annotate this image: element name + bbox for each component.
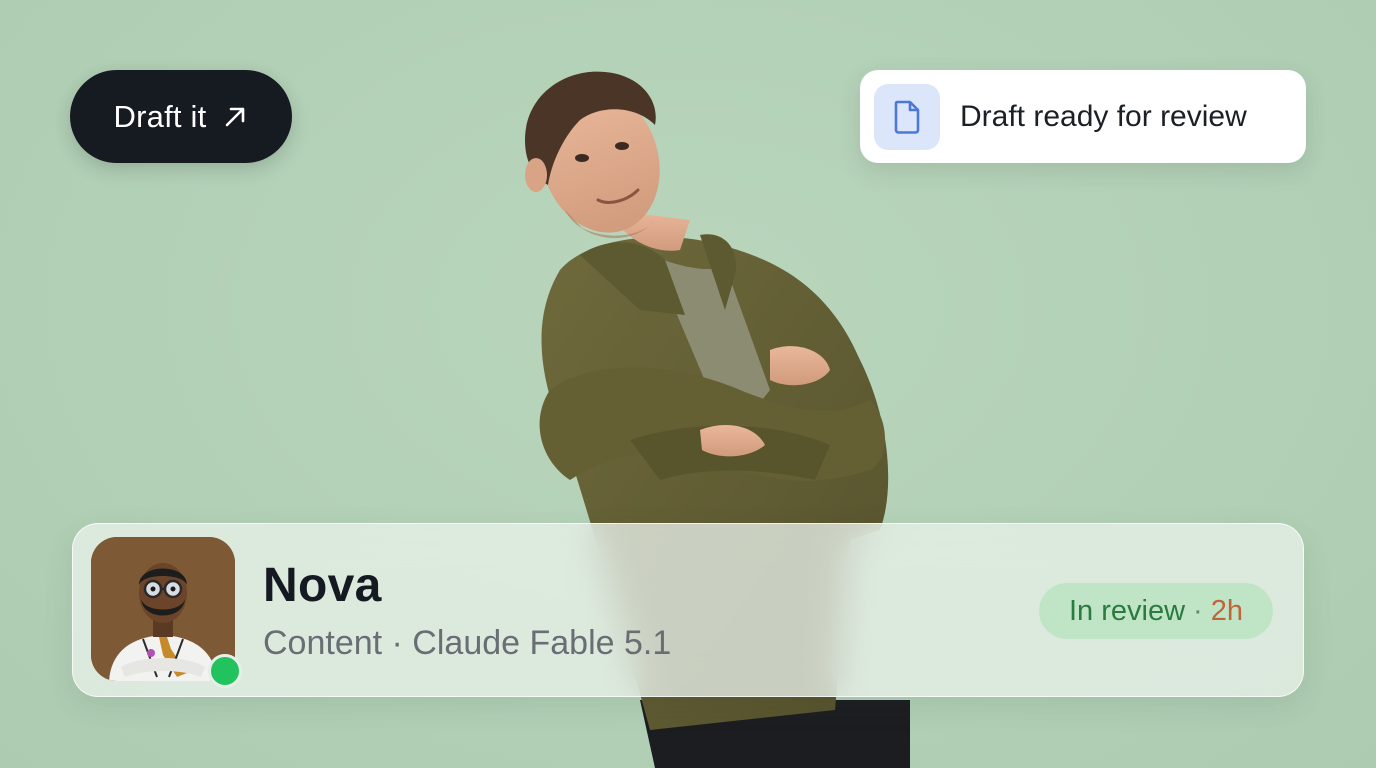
status-separator: · [1193, 594, 1203, 627]
document-icon [874, 83, 940, 150]
agent-subtitle: Content · Claude Fable 5.1 [263, 624, 672, 662]
draft-it-button[interactable]: Draft it [70, 70, 292, 163]
avatar-container [91, 537, 242, 688]
status-state: In review [1069, 594, 1186, 627]
agent-name: Nova [263, 559, 382, 612]
notification-text: Draft ready for review [960, 99, 1247, 133]
agent-card[interactable]: Nova Content · Claude Fable 5.1 In revie… [72, 523, 1304, 697]
background: Draft it Draft ready for review Nova Con… [0, 0, 1376, 768]
arrow-up-right-icon [222, 104, 248, 130]
draft-it-label: Draft it [113, 98, 207, 134]
draft-ready-notification[interactable]: Draft ready for review [860, 70, 1306, 163]
online-status-dot [208, 654, 242, 688]
status-badge[interactable]: In review · 2h [1039, 583, 1273, 639]
status-time: 2h [1210, 594, 1243, 627]
